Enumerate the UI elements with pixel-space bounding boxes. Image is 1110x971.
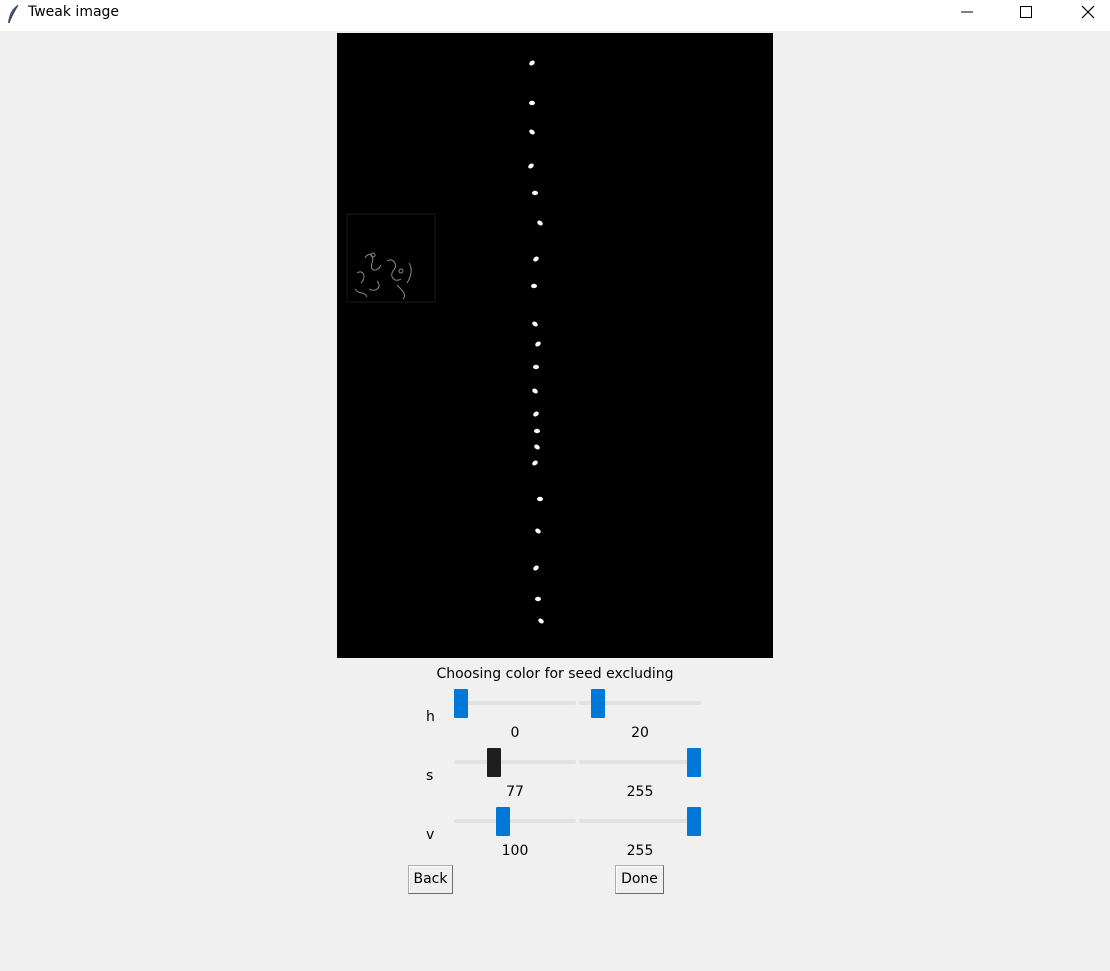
slider-thumb-s-high[interactable] — [687, 748, 701, 777]
seed-dot — [532, 190, 538, 196]
title-bar: Tweak image — [0, 0, 1110, 31]
seed-dot — [538, 618, 544, 624]
close-button[interactable] — [1064, 0, 1110, 30]
seed-dot — [528, 163, 534, 169]
seed-dot — [534, 444, 540, 450]
window-title: Tweak image — [28, 4, 120, 20]
slider-value-h-low: 0 — [510, 725, 520, 741]
slider-track-s-high[interactable] — [579, 760, 701, 764]
seed-dot — [529, 60, 535, 66]
seed-dot — [531, 283, 537, 289]
seed-dot — [534, 428, 540, 434]
slider-track-s-low[interactable] — [454, 760, 576, 764]
slider-track-v-low[interactable] — [454, 819, 576, 823]
seed-dot — [532, 388, 538, 394]
slider-label-v: v — [426, 827, 435, 843]
slider-value-h-high: 20 — [631, 725, 649, 741]
noise-patch — [346, 213, 436, 303]
seed-dot — [529, 100, 535, 106]
slider-thumb-h-low[interactable] — [454, 689, 468, 718]
done-button[interactable]: Done — [615, 865, 664, 894]
seed-dot — [532, 460, 538, 466]
seed-dot — [535, 528, 541, 534]
maximize-button[interactable] — [1002, 0, 1048, 30]
seed-dot — [532, 321, 538, 327]
feather-icon — [8, 4, 19, 24]
minimize-button[interactable] — [944, 0, 990, 30]
minimize-icon — [961, 11, 973, 13]
seed-dot — [537, 220, 543, 226]
seed-dot — [535, 596, 541, 602]
slider-thumb-v-high[interactable] — [687, 807, 701, 836]
slider-value-s-low: 77 — [506, 784, 524, 800]
slider-value-v-high: 255 — [626, 843, 654, 859]
maximize-icon — [1020, 6, 1032, 18]
status-caption: Choosing color for seed excluding — [436, 666, 674, 682]
seed-dot — [533, 411, 539, 417]
seed-dot — [529, 129, 535, 135]
slider-thumb-s-low[interactable] — [487, 748, 501, 777]
seed-dot — [533, 364, 539, 370]
mask-canvas — [346, 60, 544, 624]
slider-label-h: h — [426, 709, 435, 725]
slider-track-h-low[interactable] — [454, 701, 576, 705]
seed-dot — [533, 256, 539, 262]
slider-thumb-h-high[interactable] — [591, 689, 605, 718]
slider-label-s: s — [426, 768, 434, 784]
mask-preview-image — [337, 33, 773, 658]
slider-value-v-low: 100 — [501, 843, 529, 859]
close-icon — [1081, 6, 1095, 19]
seed-dot — [535, 341, 541, 347]
slider-value-s-high: 255 — [626, 784, 654, 800]
seed-dot — [537, 496, 543, 502]
seed-dots — [528, 60, 544, 624]
slider-thumb-v-low[interactable] — [496, 807, 510, 836]
slider-track-v-high[interactable] — [579, 819, 701, 823]
seed-dot — [533, 565, 539, 571]
back-button[interactable]: Back — [408, 865, 453, 894]
